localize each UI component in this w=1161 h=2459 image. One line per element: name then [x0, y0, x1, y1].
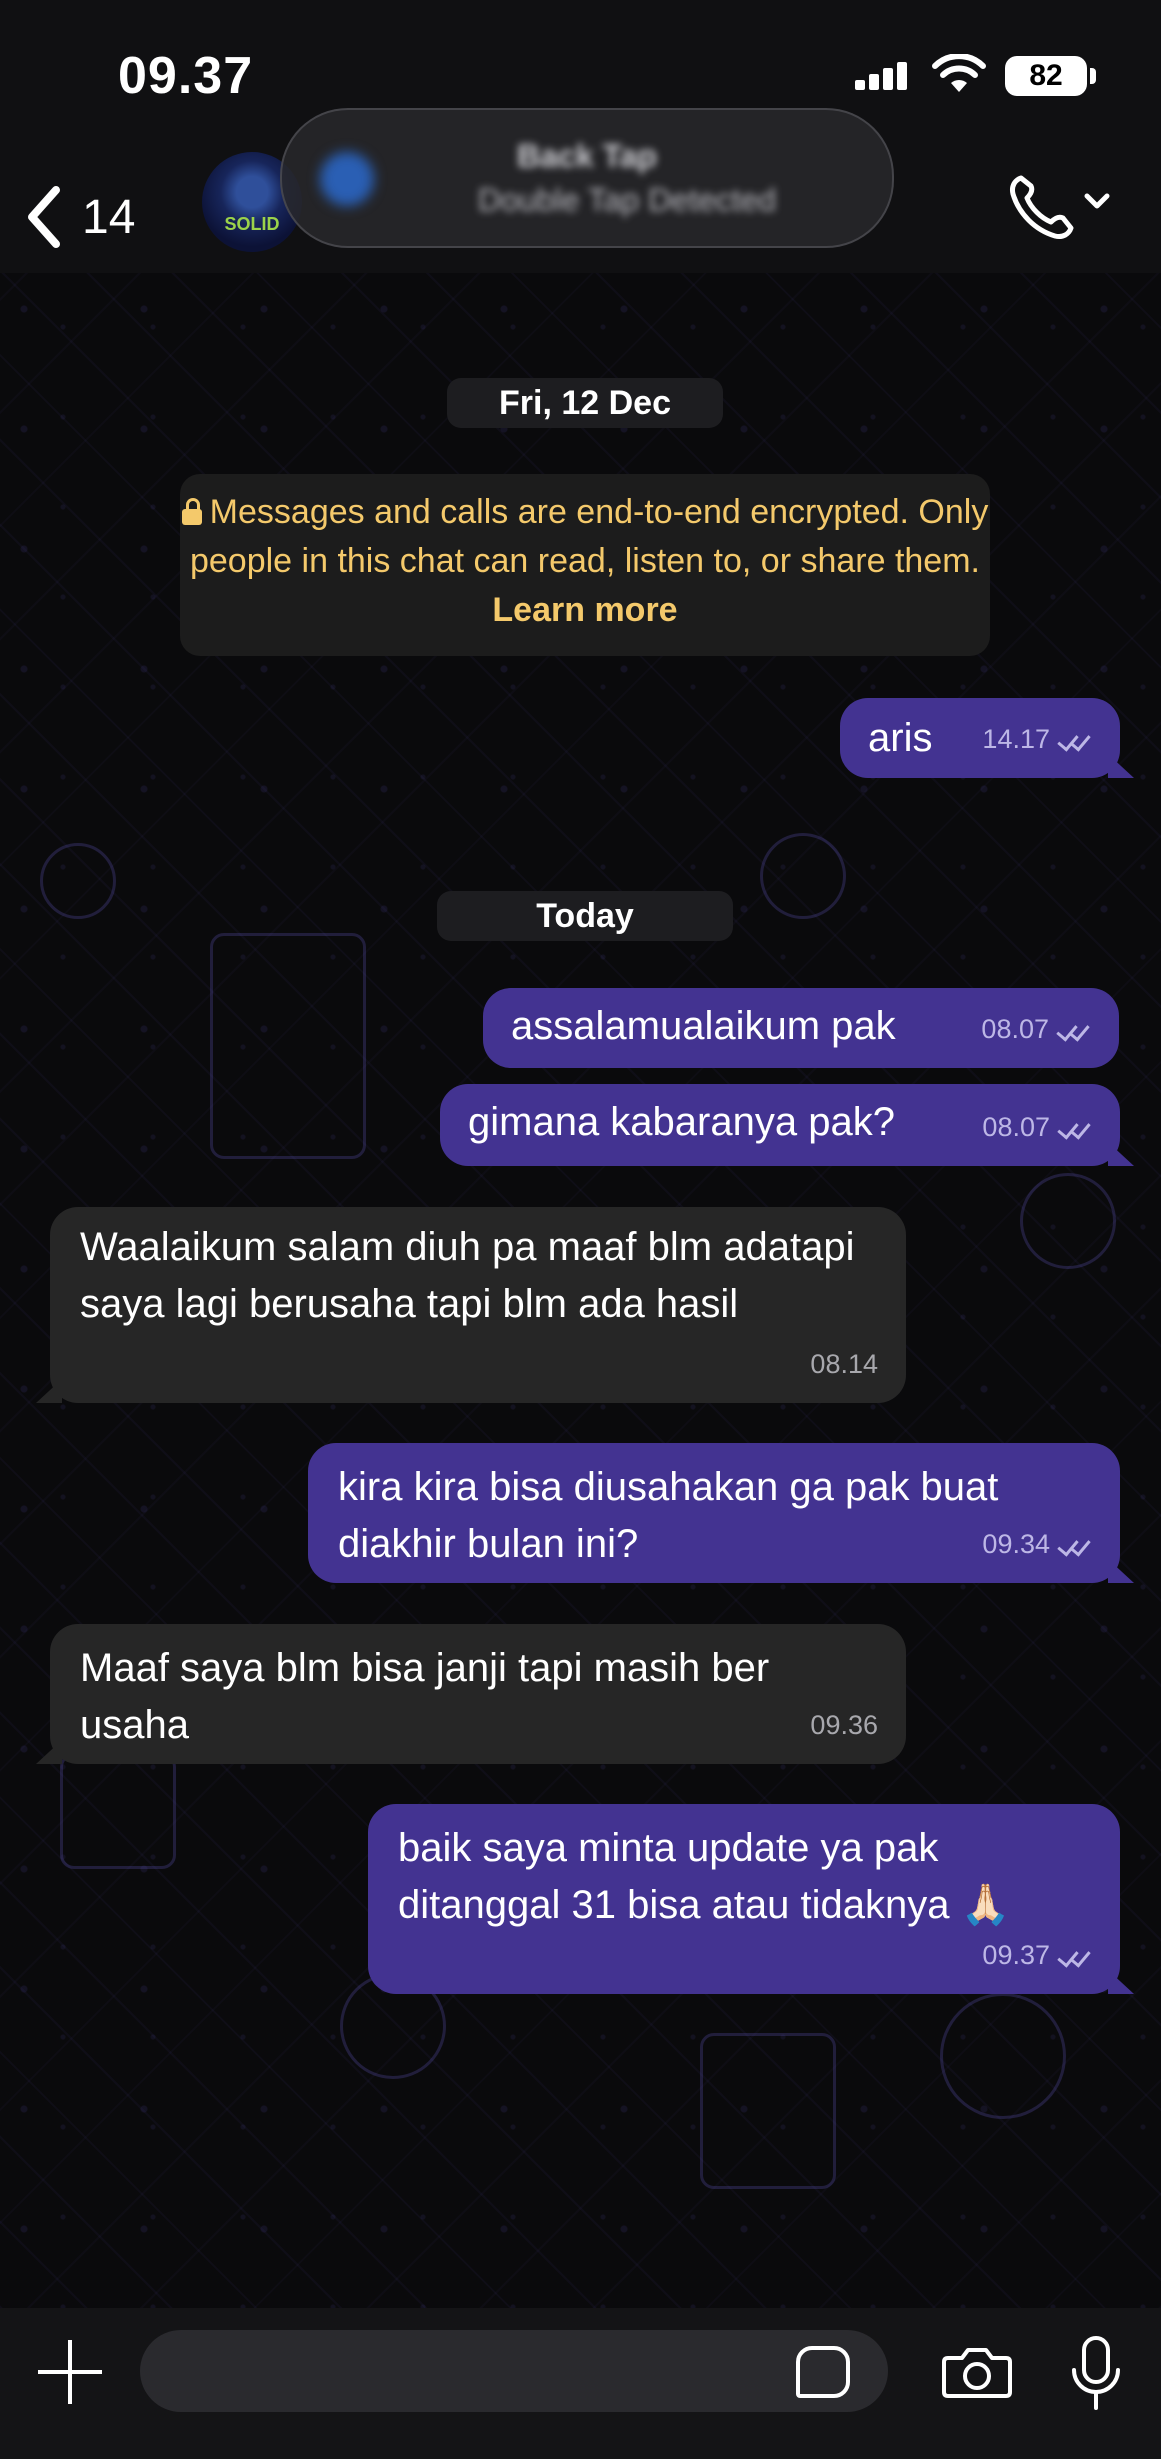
message-text: Waalaikum salam diuh pa maaf blm adatapi…	[80, 1225, 855, 1326]
message-time: 09.34	[982, 1529, 1050, 1559]
battery-tip	[1090, 68, 1096, 84]
read-ticks-icon	[1056, 729, 1092, 751]
message-text: baik saya minta update ya pak ditanggal …	[398, 1826, 1011, 1927]
message-input[interactable]	[140, 2330, 888, 2412]
avatar-logo-text: SOLID	[224, 214, 280, 234]
learn-more-link[interactable]: Learn more	[492, 591, 677, 629]
sticker-icon[interactable]	[796, 2346, 850, 2398]
date-chip: Fri, 12 Dec	[447, 378, 723, 428]
phone-icon	[1010, 175, 1110, 239]
call-button[interactable]	[1005, 168, 1115, 248]
message-text: aris	[868, 716, 933, 760]
message-time: 08.14	[810, 1349, 878, 1379]
unread-count: 14	[82, 190, 136, 244]
lock-icon	[181, 498, 202, 525]
read-ticks-icon	[1055, 1019, 1091, 1041]
camera-icon[interactable]	[942, 2346, 1012, 2398]
encryption-notice[interactable]: Messages and calls are end-to-end encryp…	[180, 474, 990, 656]
message-bubble-outgoing[interactable]: assalamualaikum pak 08.07	[483, 988, 1119, 1068]
message-bubble-incoming[interactable]: Waalaikum salam diuh pa maaf blm adatapi…	[36, 1207, 906, 1403]
back-tap-notification[interactable]: Back Tap Double Tap Detected	[280, 108, 894, 248]
battery-icon: 82	[1005, 56, 1087, 96]
message-time: 09.36	[810, 1710, 878, 1740]
message-bubble-outgoing[interactable]: aris 14.17	[840, 698, 1134, 778]
back-button[interactable]: 14	[24, 172, 164, 262]
message-text: gimana kabaranya pak?	[468, 1100, 895, 1144]
date-chip: Today	[437, 891, 733, 941]
message-bubble-outgoing[interactable]: kira kira bisa diusahakan ga pak buat di…	[308, 1443, 1134, 1583]
message-bubble-outgoing[interactable]: gimana kabaranya pak? 08.07	[440, 1084, 1134, 1166]
message-text: Maaf saya blm bisa janji tapi masih ber …	[80, 1646, 770, 1747]
message-time: 08.07	[981, 1014, 1049, 1044]
cellular-signal-icon	[855, 60, 915, 90]
wifi-icon	[932, 54, 986, 92]
message-time: 09.37	[982, 1940, 1050, 1970]
message-time: 14.17	[982, 724, 1050, 754]
read-ticks-icon	[1056, 1117, 1092, 1139]
message-text: assalamualaikum pak	[511, 1004, 896, 1048]
message-bubble-incoming[interactable]: Maaf saya blm bisa janji tapi masih ber …	[36, 1624, 906, 1764]
composer-bar	[0, 2308, 1161, 2459]
notification-title: Back Tap	[517, 138, 657, 174]
microphone-icon[interactable]	[1066, 2334, 1126, 2414]
message-time: 08.07	[982, 1112, 1050, 1142]
plus-icon[interactable]	[38, 2340, 102, 2404]
read-ticks-icon	[1056, 1534, 1092, 1556]
status-time: 09.37	[118, 47, 254, 105]
notification-subtitle: Double Tap Detected	[477, 182, 777, 218]
read-ticks-icon	[1056, 1945, 1092, 1967]
message-bubble-outgoing[interactable]: baik saya minta update ya pak ditanggal …	[368, 1804, 1134, 1994]
chevron-left-icon	[28, 186, 60, 248]
encryption-text: Messages and calls are end-to-end encryp…	[189, 493, 989, 580]
